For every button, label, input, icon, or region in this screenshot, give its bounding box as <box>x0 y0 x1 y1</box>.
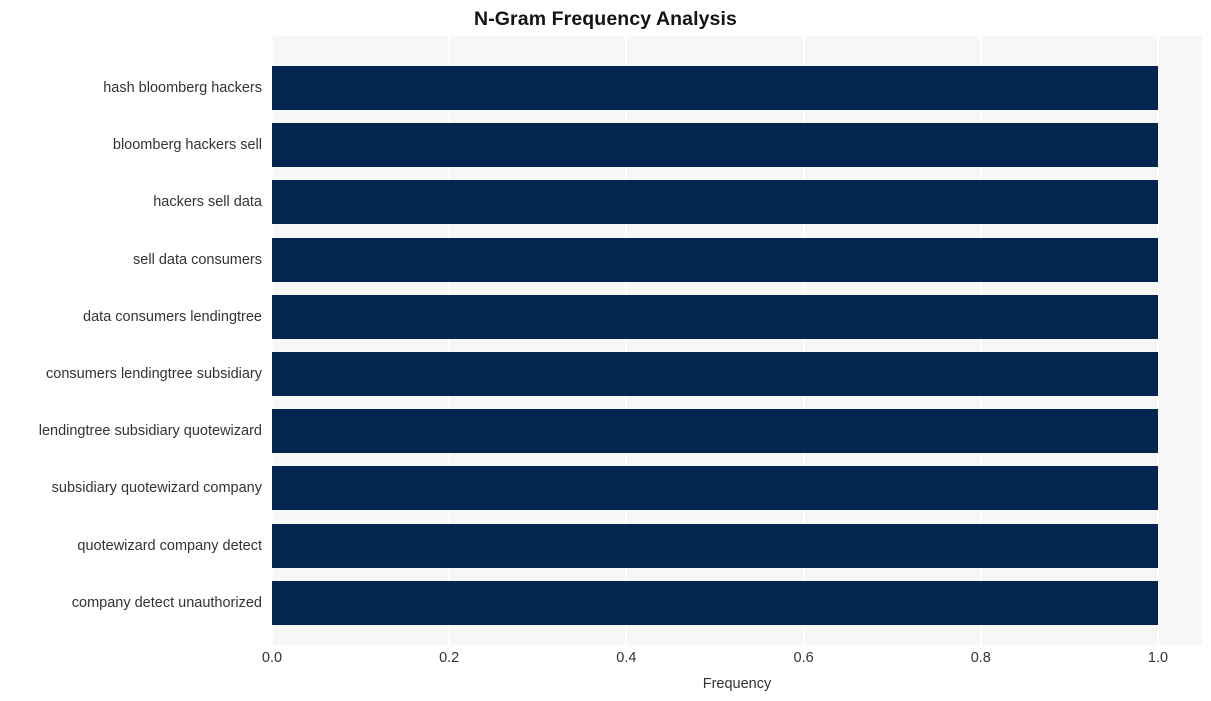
bar[interactable] <box>272 466 1158 511</box>
y-axis-tick-label: sell data consumers <box>133 251 262 268</box>
x-axis-tick-label: 0.6 <box>793 650 814 666</box>
bar[interactable] <box>272 237 1158 282</box>
x-axis-tick-label: 0.0 <box>261 650 283 666</box>
bar[interactable] <box>272 180 1158 225</box>
y-axis-tick-label: company detect unauthorized <box>71 594 262 611</box>
chart-figure: N-Gram Frequency Analysis hash bloomberg… <box>0 0 1211 701</box>
bar[interactable] <box>272 352 1158 396</box>
bar[interactable] <box>272 66 1158 110</box>
y-axis-tick-label: consumers lendingtree subsidiary <box>46 366 262 382</box>
bar[interactable] <box>272 123 1158 168</box>
y-axis-tick-label: subsidiary quotewizard company <box>51 480 262 497</box>
x-axis-label: Frequency <box>702 676 772 692</box>
y-axis-tick-labels: hash bloomberg hackers bloomberg hackers … <box>0 36 262 645</box>
x-axis-tick-label: 0.2 <box>439 650 460 666</box>
y-axis-tick-label: lendingtree subsidiary quotewizard <box>38 423 262 440</box>
chart-title: N-Gram Frequency Analysis <box>474 8 737 30</box>
y-axis-tick-label: bloomberg hackers sell <box>112 137 262 154</box>
x-axis-tick-label: 0.8 <box>970 650 991 666</box>
y-axis-tick-label: hackers sell data <box>153 194 262 211</box>
bar[interactable] <box>272 409 1158 454</box>
bar[interactable] <box>272 294 1158 339</box>
x-axis-tick-label: 1.0 <box>1147 650 1169 666</box>
x-axis-tick-labels: 0.0 0.2 0.4 0.6 0.8 1.0 <box>0 648 1211 672</box>
y-axis-tick-label: data consumers lendingtree <box>83 308 262 325</box>
bar[interactable] <box>272 523 1158 568</box>
bar[interactable] <box>272 580 1158 625</box>
plot-area <box>272 36 1202 645</box>
y-axis-tick-label: hash bloomberg hackers <box>103 80 262 96</box>
x-axis-tick-label: 0.4 <box>616 650 637 666</box>
y-axis-tick-label: quotewizard company detect <box>77 537 262 554</box>
